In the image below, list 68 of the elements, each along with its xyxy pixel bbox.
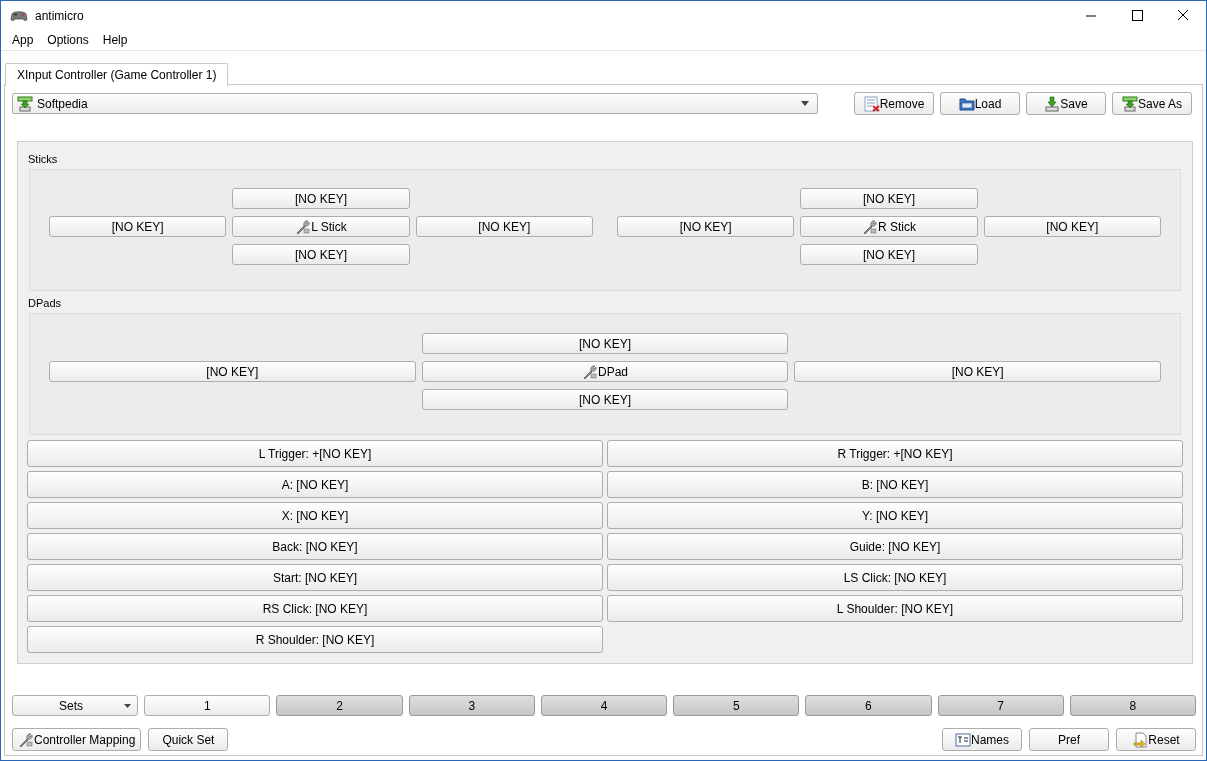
controller-mapping-button[interactable]: Controller Mapping xyxy=(12,728,142,751)
profile-dropdown[interactable]: Softpedia xyxy=(12,93,818,114)
mapping-button[interactable]: Y: [NO KEY] xyxy=(607,502,1183,529)
save-as-icon xyxy=(1122,95,1138,112)
key-button[interactable]: [NO KEY] xyxy=(232,188,410,209)
mapping-button[interactable]: LS Click: [NO KEY] xyxy=(607,564,1183,591)
reset-button[interactable]: Reset xyxy=(1116,728,1196,751)
set-button[interactable]: 2 xyxy=(276,695,403,716)
sets-dropdown[interactable]: Sets xyxy=(12,695,139,716)
action-button[interactable]: Pref xyxy=(1029,728,1109,751)
names-button[interactable]: Names xyxy=(942,728,1022,751)
mapping-button[interactable]: L Shoulder: [NO KEY] xyxy=(607,595,1183,622)
stick-button[interactable]: R Stick xyxy=(800,216,978,237)
dpad-button[interactable]: DPad xyxy=(421,361,789,382)
set-button[interactable]: 7 xyxy=(937,695,1064,716)
mapping-button[interactable]: R Shoulder: [NO KEY] xyxy=(27,626,603,653)
set-button[interactable]: 1 xyxy=(144,695,271,716)
dropdown-arrow-icon xyxy=(124,703,132,708)
set-button[interactable]: 6 xyxy=(805,695,932,716)
key-button[interactable]: [NO KEY] xyxy=(983,216,1161,237)
remove-button[interactable]: Remove xyxy=(854,92,934,115)
key-button[interactable]: [NO KEY] xyxy=(421,333,789,354)
mapping-button[interactable]: Guide: [NO KEY] xyxy=(607,533,1183,560)
set-button[interactable]: 8 xyxy=(1069,695,1196,716)
mapping-button[interactable]: Back: [NO KEY] xyxy=(27,533,603,560)
wrench-icon xyxy=(862,218,878,235)
set-button[interactable]: 5 xyxy=(673,695,800,716)
section-label: DPads xyxy=(27,297,63,311)
stick-button[interactable]: L Stick xyxy=(232,216,410,237)
wrench-icon xyxy=(295,218,312,235)
folder-icon xyxy=(958,95,975,112)
menu-item[interactable]: Options xyxy=(40,33,96,47)
mapping-button[interactable]: X: [NO KEY] xyxy=(27,502,603,529)
profile-icon xyxy=(17,95,33,112)
mapping-button[interactable]: RS Click: [NO KEY] xyxy=(27,595,603,622)
set-button[interactable]: 3 xyxy=(408,695,535,716)
download-icon xyxy=(1044,95,1061,112)
mapping-button[interactable]: B: [NO KEY] xyxy=(607,471,1183,498)
mapping-button[interactable]: Start: [NO KEY] xyxy=(27,564,603,591)
mapping-button[interactable]: A: [NO KEY] xyxy=(27,471,603,498)
text-list-icon xyxy=(955,732,971,747)
mapping-button[interactable]: R Trigger: +[NO KEY] xyxy=(607,440,1183,467)
wrench-icon xyxy=(581,363,598,380)
key-button[interactable]: [NO KEY] xyxy=(49,361,416,382)
save-as-button[interactable]: Save As xyxy=(1112,92,1192,115)
key-button[interactable]: [NO KEY] xyxy=(415,216,593,237)
wrench-icon xyxy=(18,731,34,748)
key-button[interactable]: [NO KEY] xyxy=(794,361,1161,382)
menu-item[interactable]: Help xyxy=(95,33,135,47)
controller-tab[interactable]: XInput Controller (Game Controller 1) xyxy=(5,63,229,86)
document-arrow-icon xyxy=(1132,731,1149,748)
gamepad-icon xyxy=(10,9,28,22)
key-button[interactable]: [NO KEY] xyxy=(421,389,789,410)
key-button[interactable]: [NO KEY] xyxy=(800,188,978,209)
key-button[interactable]: [NO KEY] xyxy=(800,244,978,265)
section-label: Sticks xyxy=(27,153,59,167)
load-button[interactable]: Load xyxy=(940,92,1020,115)
window-title: antimicro xyxy=(35,8,85,23)
key-button[interactable]: [NO KEY] xyxy=(617,216,795,237)
action-button[interactable]: Quick Set xyxy=(148,728,229,751)
key-button[interactable]: [NO KEY] xyxy=(49,216,227,237)
dropdown-arrow-icon xyxy=(801,101,809,106)
document-delete-icon xyxy=(863,95,880,112)
save-button[interactable]: Save xyxy=(1026,92,1106,115)
key-button[interactable]: [NO KEY] xyxy=(232,244,410,265)
mapping-button[interactable]: L Trigger: +[NO KEY] xyxy=(27,440,603,467)
menu-item[interactable]: App xyxy=(5,33,41,47)
set-button[interactable]: 4 xyxy=(540,695,668,716)
